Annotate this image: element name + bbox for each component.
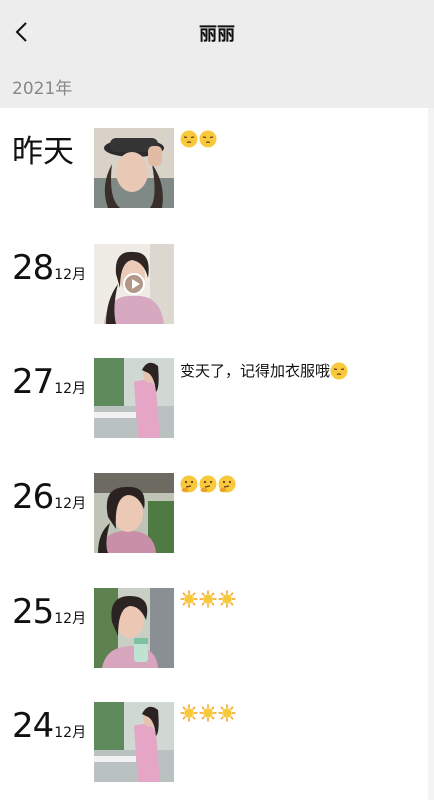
list-item[interactable]: 24 12月 bbox=[0, 702, 434, 812]
photo-thumbnail[interactable] bbox=[94, 358, 174, 438]
entry-day: 昨天 bbox=[12, 134, 74, 170]
entry-month: 12月 bbox=[54, 611, 87, 627]
entry-date: 25 12月 bbox=[12, 592, 86, 632]
thinking-face-icon bbox=[180, 475, 198, 493]
moments-feed: 昨天 28 12月 27 12月 变天了，记得加衣服哦 26 12月 25 12… bbox=[0, 108, 434, 800]
entry-date: 昨天 bbox=[12, 132, 74, 172]
entry-date: 27 12月 bbox=[12, 362, 86, 402]
entry-date: 28 12月 bbox=[12, 248, 86, 288]
entry-caption bbox=[180, 475, 237, 493]
entry-caption bbox=[180, 590, 237, 608]
video-thumbnail[interactable] bbox=[94, 244, 174, 324]
sleepy-face-icon bbox=[199, 130, 217, 148]
entry-day: 28 bbox=[12, 248, 54, 288]
sun-icon bbox=[199, 590, 217, 608]
nav-bar: 丽丽 bbox=[0, 0, 434, 64]
list-item[interactable]: 28 12月 bbox=[0, 244, 434, 354]
entry-caption: 变天了，记得加衣服哦 bbox=[180, 360, 349, 381]
entry-month: 12月 bbox=[54, 496, 87, 512]
list-item[interactable]: 27 12月 变天了，记得加衣服哦 bbox=[0, 358, 434, 468]
photo-thumbnail[interactable] bbox=[94, 702, 174, 782]
thinking-face-icon bbox=[218, 475, 236, 493]
sleepy-face-icon bbox=[180, 130, 198, 148]
caption-text: 变天了，记得加衣服哦 bbox=[180, 362, 331, 380]
thinking-face-icon bbox=[199, 475, 217, 493]
photo-thumbnail[interactable] bbox=[94, 588, 174, 668]
entry-day: 24 bbox=[12, 706, 54, 746]
sun-icon bbox=[199, 704, 217, 722]
entry-month: 12月 bbox=[54, 267, 87, 283]
scroll-edge bbox=[428, 108, 434, 800]
sun-icon bbox=[218, 704, 236, 722]
sleepy-face-icon bbox=[330, 362, 348, 379]
sun-icon bbox=[218, 590, 236, 608]
entry-month: 12月 bbox=[54, 381, 87, 397]
entry-caption bbox=[180, 704, 237, 722]
entry-caption bbox=[180, 130, 218, 148]
sun-icon bbox=[180, 704, 198, 722]
list-item[interactable]: 25 12月 bbox=[0, 588, 434, 698]
entry-date: 24 12月 bbox=[12, 706, 86, 746]
year-header: 2021年 bbox=[0, 64, 434, 108]
list-item[interactable]: 26 12月 bbox=[0, 473, 434, 583]
photo-thumbnail[interactable] bbox=[94, 473, 174, 553]
list-item[interactable]: 昨天 bbox=[0, 128, 434, 238]
entry-day: 25 bbox=[12, 592, 54, 632]
entry-day: 26 bbox=[12, 477, 54, 517]
entry-date: 26 12月 bbox=[12, 477, 86, 517]
entry-month: 12月 bbox=[54, 725, 87, 741]
page-title: 丽丽 bbox=[199, 24, 235, 45]
sun-icon bbox=[180, 590, 198, 608]
entry-day: 27 bbox=[12, 362, 54, 402]
play-icon[interactable] bbox=[123, 273, 145, 295]
year-label: 2021年 bbox=[12, 79, 73, 99]
photo-thumbnail[interactable] bbox=[94, 128, 174, 208]
